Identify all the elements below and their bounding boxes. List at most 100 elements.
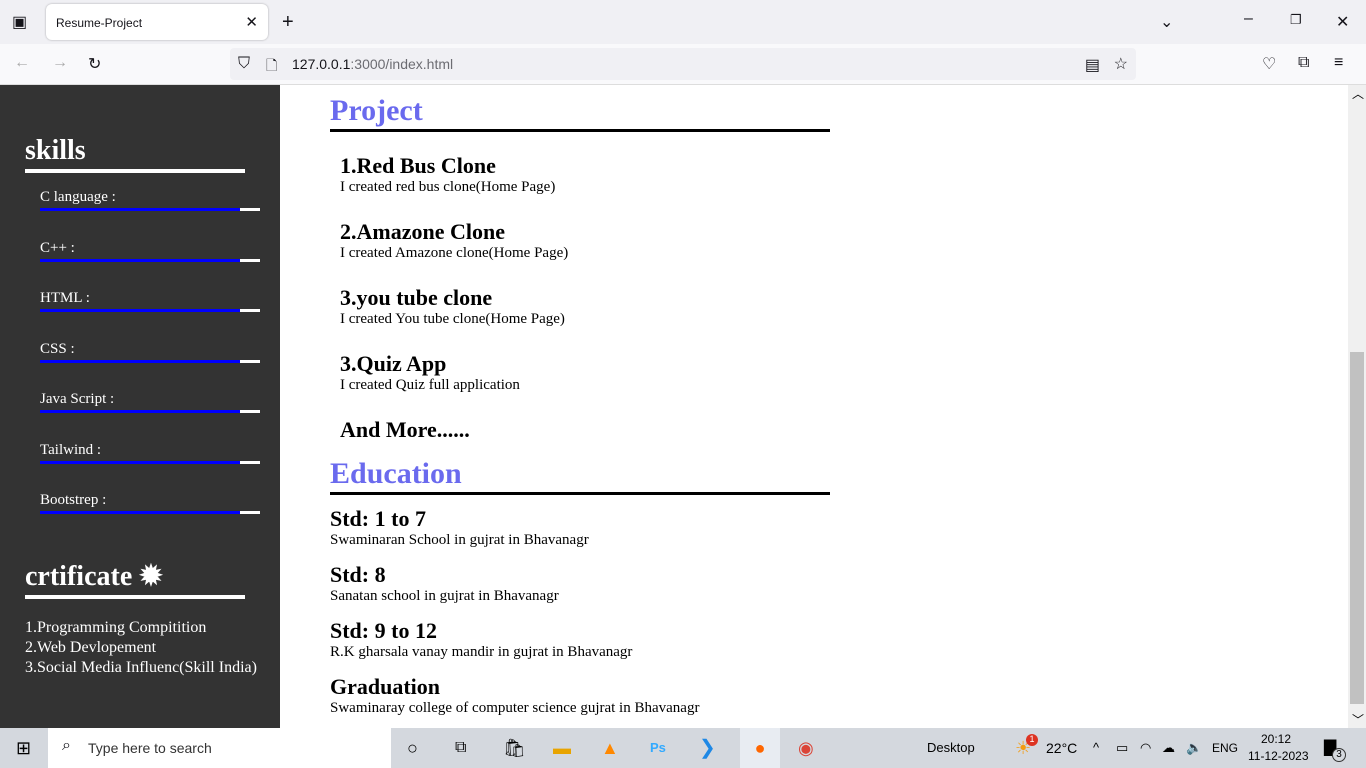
temperature: 22°C <box>1046 740 1078 756</box>
skill-bar <box>40 359 260 363</box>
project-desc: I created You tube clone(Home Page) <box>340 311 565 327</box>
sidebar: skills C language : C++ : HTML : CSS : Java … <box>0 85 280 728</box>
scroll-up-icon[interactable]: ︿ <box>1352 85 1364 102</box>
url-bar[interactable]: ⛉ 🗋 127.0.0.1:3000/index.html ▤ ☆ <box>230 48 1136 80</box>
education-title: Graduation <box>330 674 441 699</box>
skill-label: CSS : <box>40 340 75 357</box>
education-title: Std: 9 to 12 <box>330 618 437 643</box>
skill-bar-fill <box>40 511 241 514</box>
skill-bar <box>40 410 260 413</box>
skill-bar-fill <box>40 258 241 262</box>
skill-item: C language : <box>40 189 260 211</box>
project-desc: I created red bus clone(Home Page) <box>340 179 556 195</box>
menu-icon[interactable]: ≡ <box>1334 54 1343 72</box>
chevron-down-icon[interactable]: ⌄ <box>1160 12 1173 32</box>
forward-icon[interactable]: → <box>52 54 68 72</box>
skill-item: HTML : <box>40 290 260 312</box>
education-item: Graduation Swaminaray college of computer… <box>330 674 699 717</box>
skills-title: skills <box>25 135 245 173</box>
skill-bar <box>40 258 260 262</box>
skill-bar <box>40 309 260 312</box>
education-desc: Sanatan school in gujrat in Bhavanagr <box>330 588 559 604</box>
skill-item: CSS : <box>40 341 260 363</box>
desktop-toolbar[interactable]: Desktop <box>927 728 975 768</box>
tray-chevron-icon[interactable]: ^ <box>1093 728 1099 768</box>
meet-icon[interactable]: ▭ <box>1116 728 1128 768</box>
task-view-icon[interactable]: ⧉ <box>455 728 466 768</box>
new-tab-icon[interactable]: + <box>282 11 294 34</box>
education-title: Std: 8 <box>330 562 386 587</box>
scrollbar[interactable]: ︿ ﹀ <box>1348 85 1366 728</box>
reader-view-icon[interactable]: ▤ <box>1085 55 1100 75</box>
photoshop-icon[interactable]: Ps <box>650 728 666 768</box>
back-icon[interactable]: ← <box>14 54 30 72</box>
project-item: 3.you tube clone I created You tube clone… <box>340 285 565 328</box>
onedrive-icon[interactable]: ☁ <box>1162 728 1175 768</box>
project-title: 2.Amazone Clone <box>340 219 505 244</box>
skill-label: Java Script : <box>40 391 115 407</box>
skill-label: Bootstrep : <box>40 492 107 508</box>
language[interactable]: ENG <box>1212 728 1238 768</box>
shield-icon[interactable]: ⛉ <box>238 55 250 73</box>
education-desc: Swaminaray college of computer science g… <box>330 700 700 716</box>
certificate-item: 1.Programming Compitition <box>25 619 207 636</box>
skill-bar <box>40 511 260 514</box>
skill-bar-fill <box>40 208 241 211</box>
project-title: Project <box>330 93 830 132</box>
certificate-item: 2.Web Devlopement <box>25 639 157 656</box>
wifi-icon[interactable]: ◠ <box>1140 728 1151 768</box>
chrome-icon[interactable]: ◉ <box>798 728 814 768</box>
project-desc: I created Amazone clone(Home Page) <box>340 245 569 261</box>
bookmark-star-icon[interactable]: ☆ <box>1114 54 1128 74</box>
store-icon[interactable]: 🛍 <box>503 728 526 768</box>
tab-resume-project[interactable]: Resume-Project ✕ <box>46 4 268 40</box>
education-item: Std: 8 Sanatan school in gujrat in Bhavan… <box>330 562 559 605</box>
volume-icon[interactable]: 🔈 <box>1186 728 1202 768</box>
project-title: 3.Quiz App <box>340 351 447 376</box>
skill-bar <box>40 208 260 211</box>
skill-bar-fill <box>40 410 241 413</box>
project-desc: I created Quiz full application <box>340 377 520 393</box>
firefox-icon[interactable]: ● <box>740 728 780 768</box>
education-title: Education <box>330 456 830 495</box>
skill-label: Tailwind : <box>40 441 102 458</box>
vscode-icon[interactable]: ❯ <box>699 728 716 768</box>
badge-icon: ✹ <box>139 561 163 592</box>
tab-bar: ▣ Resume-Project ✕ + ⌄ – ❐ ✕ <box>0 0 1366 44</box>
tab-list-icon[interactable]: ▣ <box>12 12 27 32</box>
close-tab-icon[interactable]: ✕ <box>245 13 258 31</box>
skill-label: HTML : <box>40 290 90 306</box>
notification-count: 3 <box>1332 748 1346 762</box>
main-content: Project 1.Red Bus Clone I created red bus… <box>280 85 1348 728</box>
clock-time[interactable]: 20:12 <box>1250 732 1302 746</box>
taskbar-search[interactable]: ⌕ Type here to search <box>48 728 391 768</box>
education-item: Std: 9 to 12 R.K gharsala vanay mandir in… <box>330 618 632 661</box>
search-icon: ⌕ <box>62 737 71 754</box>
education-title: Std: 1 to 7 <box>330 506 426 531</box>
skill-bar-fill <box>40 309 241 312</box>
skill-item: Java Script : <box>40 391 260 413</box>
skill-item: C++ : <box>40 240 260 262</box>
url-host: 127.0.0.1 <box>292 56 351 72</box>
pocket-icon[interactable]: ♡ <box>1262 54 1276 74</box>
minimize-icon[interactable]: – <box>1244 10 1253 28</box>
reload-icon[interactable]: ↻ <box>88 54 101 74</box>
project-item: 3.Quiz App I created Quiz full applicatio… <box>340 351 520 394</box>
url-path: :3000/index.html <box>350 56 454 72</box>
weather-badge: 1 <box>1026 734 1038 746</box>
scrollbar-thumb[interactable] <box>1350 352 1364 704</box>
extensions-icon[interactable]: ⧉ <box>1298 54 1309 72</box>
education-desc: R.K gharsala vanay mandir in gujrat in B… <box>330 644 633 660</box>
windows-start-icon[interactable]: ⊞ <box>16 728 31 768</box>
project-title: 3.you tube clone <box>340 285 493 310</box>
close-window-icon[interactable]: ✕ <box>1336 12 1349 32</box>
project-title: 1.Red Bus Clone <box>340 153 496 178</box>
restore-icon[interactable]: ❐ <box>1290 12 1302 28</box>
cortana-icon[interactable]: ○ <box>407 728 418 768</box>
vlc-icon[interactable]: ▲ <box>601 728 619 768</box>
file-explorer-icon[interactable]: ▬ <box>553 728 571 768</box>
skill-label: C++ : <box>40 239 75 256</box>
scroll-down-icon[interactable]: ﹀ <box>1352 711 1364 728</box>
clock-date[interactable]: 11-12-2023 <box>1248 749 1309 763</box>
education-desc: Swaminaran School in gujrat in Bhavanagr <box>330 532 589 548</box>
